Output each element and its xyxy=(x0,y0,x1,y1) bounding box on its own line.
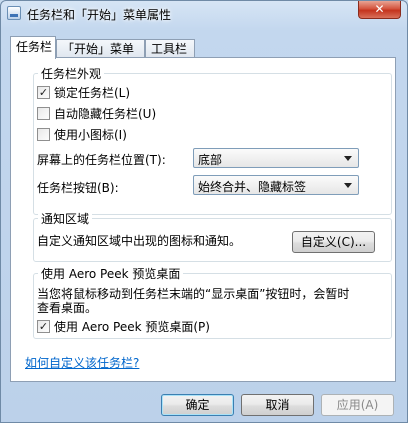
help-link[interactable]: 如何自定义该任务栏? xyxy=(25,354,139,371)
appearance-group: 任务栏外观 ✓ 锁定任务栏(L) 自动隐藏任务栏(U) 使用小图标(I) 屏幕上… xyxy=(33,65,392,215)
aero-peek-group-title: 使用 Aero Peek 预览桌面 xyxy=(38,265,184,282)
ok-button[interactable]: 确定 xyxy=(161,394,234,416)
aero-peek-group: 使用 Aero Peek 预览桌面 当您将鼠标移动到任务栏末端的“显示桌面”按钮… xyxy=(33,265,392,339)
lock-taskbar-checkbox[interactable]: ✓ xyxy=(37,85,50,99)
close-button[interactable]: ✕ xyxy=(358,1,401,19)
cancel-button[interactable]: 取消 xyxy=(241,394,314,416)
tab-panel: 任务栏外观 ✓ 锁定任务栏(L) 自动隐藏任务栏(U) 使用小图标(I) 屏幕上… xyxy=(10,57,396,382)
tab-start-menu[interactable]: 「开始」菜单 xyxy=(56,39,145,58)
location-label: 屏幕上的任务栏位置(T): xyxy=(37,153,166,167)
window-title: 任务栏和「开始」菜单属性 xyxy=(27,8,172,22)
notification-description: 自定义通知区域中出现的图标和通知。 xyxy=(37,234,242,248)
lock-taskbar-option[interactable]: ✓ 锁定任务栏(L) xyxy=(37,84,130,100)
auto-hide-option[interactable]: 自动隐藏任务栏(U) xyxy=(37,105,156,121)
small-icons-label: 使用小图标(I) xyxy=(54,127,127,142)
apply-button[interactable]: 应用(A) xyxy=(321,394,394,416)
aero-peek-description-2: 查看桌面。 xyxy=(37,301,98,315)
location-value: 底部 xyxy=(198,153,223,167)
notification-group-title: 通知区域 xyxy=(38,210,93,227)
small-icons-checkbox[interactable] xyxy=(37,127,50,141)
title-bar[interactable]: 任务栏和「开始」菜单属性 ✕ xyxy=(1,1,407,27)
chevron-down-icon xyxy=(344,183,352,188)
aero-peek-checkbox[interactable]: ✓ xyxy=(37,319,50,333)
properties-dialog: 任务栏和「开始」菜单属性 ✕ 任务栏 「开始」菜单 工具栏 任务栏外观 ✓ 锁定… xyxy=(0,0,408,423)
auto-hide-checkbox[interactable] xyxy=(37,106,50,120)
buttons-value: 始终合并、隐藏标签 xyxy=(198,180,307,194)
notification-group: 通知区域 自定义通知区域中出现的图标和通知。 自定义(C)... xyxy=(33,210,392,262)
appearance-group-title: 任务栏外观 xyxy=(38,65,105,82)
tab-taskbar[interactable]: 任务栏 xyxy=(10,36,56,59)
customize-button[interactable]: 自定义(C)... xyxy=(292,231,375,253)
tab-toolbars[interactable]: 工具栏 xyxy=(145,39,195,58)
taskbar-icon xyxy=(7,6,21,20)
location-select[interactable]: 底部 xyxy=(193,148,359,168)
small-icons-option[interactable]: 使用小图标(I) xyxy=(37,126,127,142)
buttons-select[interactable]: 始终合并、隐藏标签 xyxy=(193,175,359,195)
lock-taskbar-label: 锁定任务栏(L) xyxy=(54,85,131,100)
aero-peek-label: 使用 Aero Peek 预览桌面(P) xyxy=(54,319,210,334)
aero-peek-option[interactable]: ✓ 使用 Aero Peek 预览桌面(P) xyxy=(37,318,210,334)
auto-hide-label: 自动隐藏任务栏(U) xyxy=(54,106,157,121)
buttons-label: 任务栏按钮(B): xyxy=(37,181,119,195)
chevron-down-icon xyxy=(344,156,352,161)
